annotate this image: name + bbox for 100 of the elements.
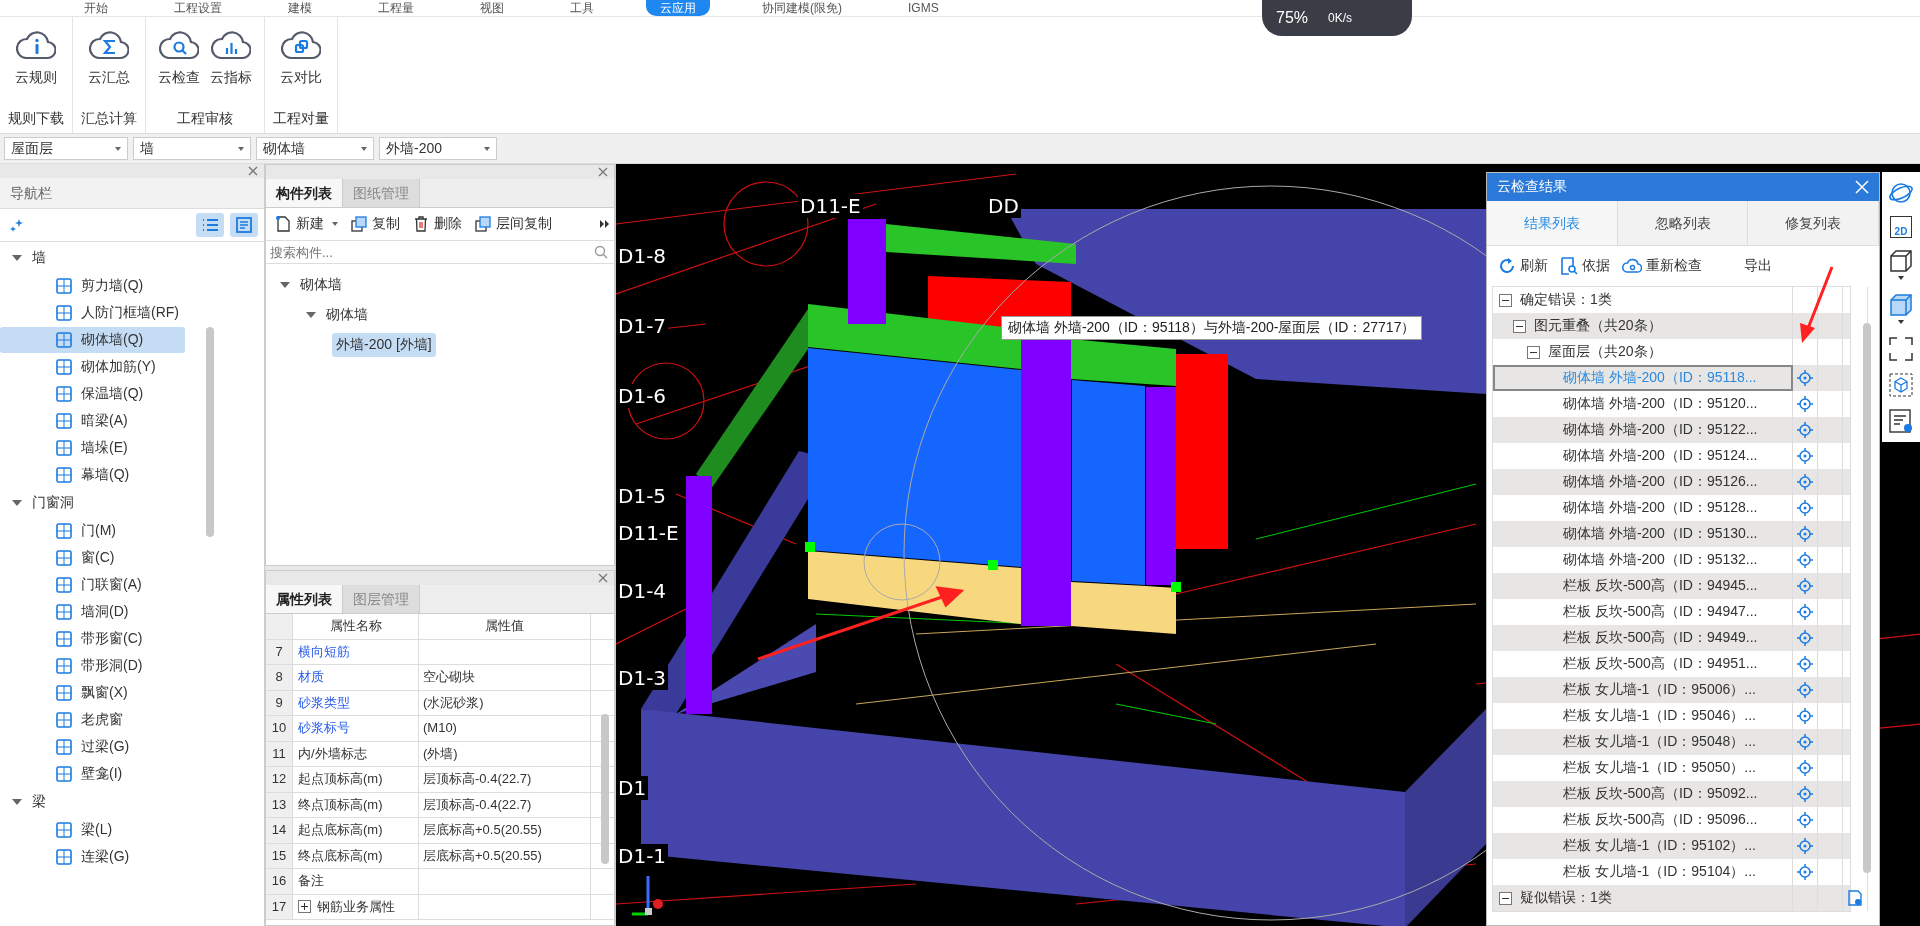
menu-tab[interactable]: 视图 — [466, 0, 518, 16]
curb-block[interactable] — [1071, 582, 1176, 634]
result-tab[interactable]: 结果列表 — [1487, 201, 1618, 245]
result-item[interactable]: 栏板 女儿墙-1（ID：95050）... — [1563, 759, 1756, 777]
tree-item[interactable]: 砌体加筋(Y) — [0, 354, 185, 380]
panel-tab[interactable]: 构件列表 — [266, 179, 343, 207]
tree-item[interactable]: 门联窗(A) — [0, 572, 185, 598]
locate-icon[interactable] — [1796, 759, 1814, 777]
scrollbar[interactable] — [206, 327, 214, 537]
locate-icon[interactable] — [1796, 629, 1814, 647]
tree-item[interactable]: 老虎窗 — [0, 707, 185, 733]
ribbon-button[interactable]: 云对比 — [276, 21, 326, 103]
tree-item[interactable]: 幕墙(Q) — [0, 462, 185, 488]
result-item[interactable]: 砌体墙 外墙-200（ID：95124... — [1563, 447, 1758, 465]
toolbar-button[interactable]: 复制 — [346, 213, 404, 235]
tree-item[interactable]: 带形洞(D) — [0, 653, 185, 679]
menu-tab[interactable]: 协同建模(限免) — [748, 0, 856, 16]
locate-icon[interactable] — [1796, 707, 1814, 725]
tree-item[interactable]: 剪力墙(Q) — [0, 273, 185, 299]
result-item[interactable]: 砌体墙 外墙-200（ID：95128... — [1563, 499, 1758, 517]
tree-item[interactable]: 砌体墙(Q) — [0, 327, 185, 353]
expand-arrow-icon[interactable] — [306, 312, 316, 318]
locate-icon[interactable] — [1796, 681, 1814, 699]
menu-tab[interactable]: IGMS — [894, 0, 953, 16]
orbit-icon[interactable] — [1888, 180, 1914, 206]
collapse-icon[interactable] — [1499, 891, 1512, 905]
menu-tab[interactable]: 工具 — [556, 0, 608, 16]
locate-icon[interactable] — [1796, 837, 1814, 855]
dashed-cube-icon[interactable] — [1888, 372, 1914, 398]
locate-icon[interactable] — [1796, 551, 1814, 569]
toolbar-button[interactable]: 依据 — [1557, 255, 1613, 277]
locate-icon[interactable] — [1796, 603, 1814, 621]
locate-icon[interactable] — [1796, 421, 1814, 439]
result-item[interactable]: 确定错误：1类 — [1520, 291, 1612, 309]
menu-tab[interactable]: 云应用 — [646, 0, 710, 16]
tree-item[interactable]: 砌体墙 — [322, 303, 372, 327]
locate-icon[interactable] — [1796, 447, 1814, 465]
scrollbar[interactable] — [601, 714, 609, 864]
cube-dropdown-icon[interactable] — [1888, 248, 1914, 282]
tree-item[interactable]: 墙垛(E) — [0, 435, 185, 461]
locate-icon[interactable] — [1796, 733, 1814, 751]
locate-icon[interactable] — [1796, 499, 1814, 517]
close-icon[interactable] — [248, 166, 258, 176]
ribbon-button[interactable]: 云指标 — [206, 21, 256, 103]
locate-icon[interactable] — [1796, 863, 1814, 881]
list-view-icon[interactable] — [1888, 408, 1914, 434]
locate-icon[interactable] — [1796, 525, 1814, 543]
property-value[interactable]: 层底标高+0.5(20.55) — [419, 843, 591, 868]
result-tab[interactable]: 修复列表 — [1748, 201, 1879, 245]
property-value[interactable]: (水泥砂浆) — [419, 690, 591, 715]
ribbon-button[interactable]: 云规则 — [11, 21, 61, 103]
menu-tab[interactable]: 工程设置 — [160, 0, 236, 16]
curb-block[interactable] — [808, 551, 1021, 624]
ribbon-button[interactable]: 云检查 — [154, 21, 204, 103]
solid-cube-dropdown-icon[interactable] — [1888, 292, 1914, 326]
locate-icon[interactable] — [1796, 473, 1814, 491]
property-value[interactable]: 层顶标高-0.4(22.7) — [419, 767, 591, 792]
menu-tab[interactable]: 建模 — [274, 0, 326, 16]
property-value[interactable]: (外墙) — [419, 741, 591, 766]
result-item[interactable]: 栏板 反坎-500高（ID：94947... — [1563, 603, 1758, 621]
menu-tab[interactable]: 工程量 — [364, 0, 428, 16]
dropdown[interactable]: 墙 — [133, 137, 251, 160]
result-item[interactable]: 砌体墙 外墙-200（ID：95132... — [1563, 551, 1758, 569]
result-tab[interactable]: 忽略列表 — [1617, 201, 1749, 245]
panel-tab[interactable]: 属性列表 — [266, 585, 343, 613]
property-value[interactable]: 层顶标高-0.4(22.7) — [419, 792, 591, 817]
result-item[interactable]: 栏板 女儿墙-1（ID：95104）... — [1563, 863, 1756, 881]
toolbar-button[interactable]: 导出 — [1741, 255, 1775, 277]
tree-group[interactable]: 梁 — [0, 788, 264, 816]
result-item[interactable]: 栏板 反坎-500高（ID：94951... — [1563, 655, 1758, 673]
list-view-icon[interactable] — [196, 213, 224, 237]
result-item[interactable]: 屋面层（共20条） — [1548, 343, 1662, 361]
locate-icon[interactable] — [1796, 811, 1814, 829]
tree-item[interactable]: 外墙-200 [外墙] — [332, 333, 436, 357]
result-item[interactable]: 疑似错误：1类 — [1520, 889, 1612, 907]
close-icon[interactable] — [598, 573, 608, 583]
toolbar-button[interactable]: 新建 — [270, 213, 342, 235]
locate-icon[interactable] — [1796, 395, 1814, 413]
2d-view-button[interactable]: 2D — [1890, 216, 1912, 238]
property-value[interactable]: (M10) — [419, 716, 591, 741]
close-icon[interactable] — [598, 167, 608, 177]
tree-item[interactable]: 壁龛(I) — [0, 761, 185, 787]
dropdown[interactable]: 屋面层 — [4, 137, 128, 160]
result-item[interactable]: 栏板 女儿墙-1（ID：95046）... — [1563, 707, 1756, 725]
tree-item[interactable]: 带形窗(C) — [0, 626, 185, 652]
sparkle-icon[interactable] — [10, 218, 24, 232]
toolbar-button[interactable]: 重新检查 — [1619, 255, 1705, 277]
tree-item[interactable]: 飘窗(X) — [0, 680, 185, 706]
dropdown[interactable]: 砌体墙 — [256, 137, 374, 160]
toolbar-button[interactable]: 层间复制 — [470, 213, 556, 235]
result-item[interactable]: 栏板 反坎-500高（ID：95096... — [1563, 811, 1758, 829]
toolbar-button[interactable]: 刷新 — [1495, 255, 1551, 277]
ribbon-button[interactable]: 云汇总 — [84, 21, 134, 103]
menu-tab[interactable]: 开始 — [70, 0, 122, 16]
grip-handle[interactable] — [1171, 582, 1181, 592]
tree-item[interactable]: 保温墙(Q) — [0, 381, 185, 407]
document-icon[interactable] — [1847, 890, 1863, 906]
tree-item[interactable]: 梁(L) — [0, 817, 185, 843]
expand-icon[interactable] — [298, 900, 311, 914]
locate-icon[interactable] — [1796, 369, 1814, 387]
